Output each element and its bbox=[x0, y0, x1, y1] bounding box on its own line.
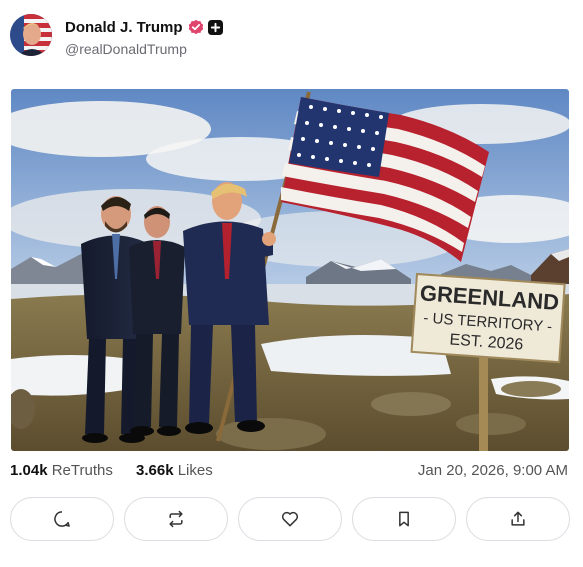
retruth-button[interactable] bbox=[124, 497, 228, 541]
bookmark-button[interactable] bbox=[352, 497, 456, 541]
retruths-count: 1.04k bbox=[10, 462, 48, 479]
post-timestamp[interactable]: Jan 20, 2026, 9:00 AM bbox=[418, 462, 568, 479]
display-name[interactable]: Donald J. Trump bbox=[65, 19, 183, 36]
retruths-stat[interactable]: 1.04k ReTruths bbox=[10, 462, 113, 479]
avatar[interactable] bbox=[10, 14, 52, 56]
author-names: Donald J. Trump @realDonaldTrump bbox=[65, 17, 223, 57]
post-header: Donald J. Trump @realDonaldTrump bbox=[10, 14, 570, 58]
action-bar bbox=[10, 497, 572, 541]
reply-button[interactable] bbox=[10, 497, 114, 541]
like-button[interactable] bbox=[238, 497, 342, 541]
post-stats: 1.04k ReTruths 3.66k Likes Jan 20, 2026,… bbox=[10, 462, 570, 482]
retruth-icon bbox=[169, 510, 183, 528]
retruths-label: ReTruths bbox=[51, 462, 113, 479]
likes-count: 3.66k bbox=[136, 462, 174, 479]
share-icon bbox=[511, 511, 525, 526]
handle[interactable]: @realDonaldTrump bbox=[65, 41, 223, 57]
like-icon bbox=[281, 511, 299, 527]
share-button[interactable] bbox=[466, 497, 570, 541]
likes-stat[interactable]: 3.66k Likes bbox=[136, 462, 213, 479]
verified-badge-icon bbox=[188, 19, 204, 35]
bookmark-icon bbox=[399, 511, 409, 527]
reply-icon bbox=[54, 511, 70, 527]
plus-badge-icon bbox=[207, 19, 223, 35]
display-name-row: Donald J. Trump bbox=[65, 17, 223, 37]
post-image[interactable]: GREENLAND - US TERRITORY - EST. 2026 bbox=[11, 89, 569, 451]
post-card: Donald J. Trump @realDonaldTrump GREENLA… bbox=[0, 0, 583, 567]
likes-label: Likes bbox=[177, 462, 213, 479]
